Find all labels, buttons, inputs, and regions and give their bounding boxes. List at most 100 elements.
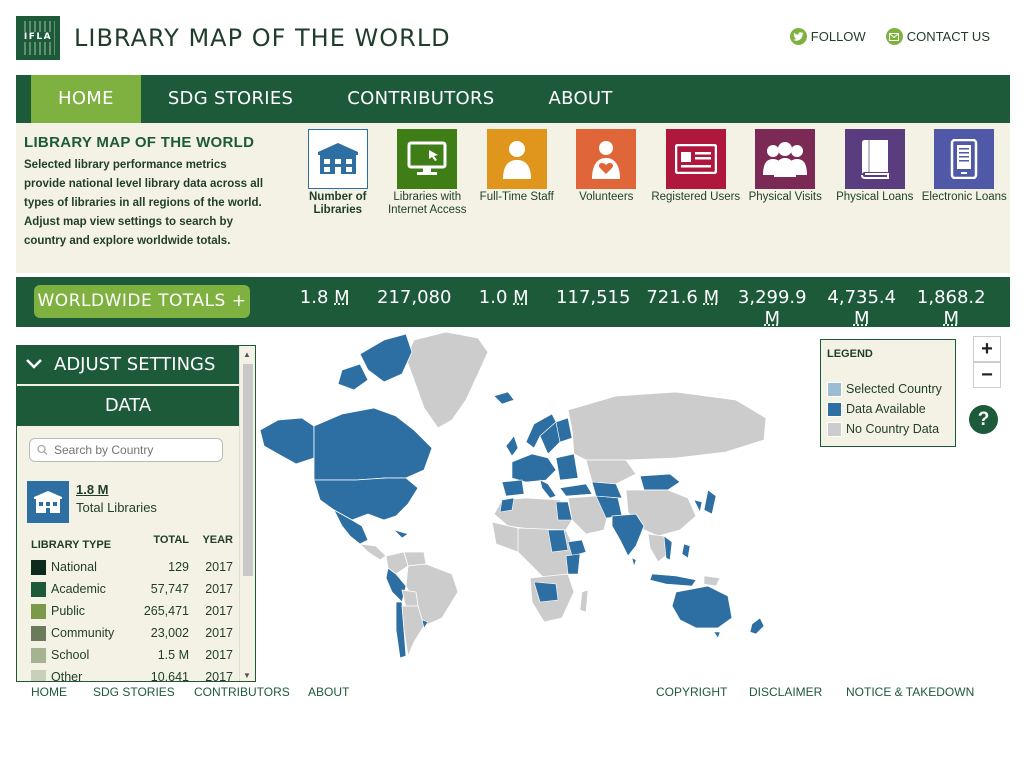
footer-about-link[interactable]: ABOUT bbox=[308, 685, 349, 699]
legend-item: No Country Data bbox=[827, 419, 949, 439]
country-korea bbox=[693, 499, 703, 513]
metric-internet-access[interactable]: Libraries with Internet Access bbox=[383, 129, 473, 217]
country-central-africa bbox=[517, 527, 577, 581]
metric-full-time-staff[interactable]: Full-Time Staff bbox=[472, 129, 562, 217]
swatch bbox=[31, 559, 46, 575]
totals-values: 1.8 M 217,080 1.0 M 117,515 721.6 M 3,29… bbox=[280, 287, 996, 329]
country-central-asia bbox=[591, 481, 623, 499]
country-search[interactable] bbox=[29, 438, 223, 462]
scroll-up-icon[interactable]: ▲ bbox=[243, 350, 251, 359]
row-type: Public bbox=[51, 604, 86, 618]
metric-electronic-loans[interactable]: Electronic Loans bbox=[920, 129, 1010, 217]
country-usa-alaska bbox=[259, 417, 315, 465]
e-reader-icon bbox=[934, 129, 995, 189]
row-total: 129 bbox=[168, 560, 189, 574]
country-east-africa bbox=[565, 553, 581, 575]
people-group-icon bbox=[755, 129, 816, 189]
nav-contributors[interactable]: CONTRIBUTORS bbox=[320, 75, 521, 123]
plus-icon: + bbox=[231, 291, 247, 311]
footer-sdg-stories-link[interactable]: SDG STORIES bbox=[93, 685, 175, 699]
country-indonesia bbox=[649, 573, 697, 587]
total-libraries-value: 1.8 M bbox=[76, 482, 109, 497]
worldwide-totals-label: WORLDWIDE TOTALS bbox=[37, 291, 226, 311]
monitor-cursor-icon bbox=[397, 129, 458, 189]
legend-swatch bbox=[827, 381, 842, 397]
zoom-in-button[interactable]: + bbox=[973, 336, 1001, 362]
adjust-settings-label: ADJUST SETTINGS bbox=[54, 354, 216, 375]
scroll-thumb[interactable] bbox=[243, 364, 253, 576]
library-building-icon bbox=[307, 129, 368, 189]
data-header: DATA bbox=[17, 386, 239, 426]
adjust-settings-toggle[interactable]: ADJUST SETTINGS bbox=[17, 346, 239, 384]
swatch bbox=[31, 647, 46, 663]
col-year: YEAR bbox=[202, 534, 233, 546]
nav-home[interactable]: HOME bbox=[31, 75, 141, 123]
metric-label: Libraries with Internet Access bbox=[387, 191, 467, 216]
follow-link[interactable]: FOLLOW bbox=[789, 28, 866, 45]
zoom-out-button[interactable]: − bbox=[973, 362, 1001, 388]
table-row: Other 10,641 2017 bbox=[31, 666, 233, 682]
country-europe-west bbox=[511, 453, 557, 483]
row-total: 23,002 bbox=[150, 626, 189, 640]
total-value: 1.8 M bbox=[299, 287, 350, 308]
metric-selector: Number of Libraries Libraries with Inter… bbox=[293, 129, 1009, 217]
row-type: Academic bbox=[51, 582, 106, 596]
total-value: 217,080 bbox=[377, 287, 452, 308]
metric-label: Electronic Loans bbox=[921, 191, 1007, 203]
total-value: 117,515 bbox=[556, 287, 631, 308]
footer-disclaimer-link[interactable]: DISCLAIMER bbox=[749, 685, 822, 699]
search-input[interactable] bbox=[54, 443, 219, 457]
footer-home-link[interactable]: HOME bbox=[31, 685, 67, 699]
row-type: School bbox=[51, 648, 90, 662]
table-row: Community 23,002 2017 bbox=[31, 622, 233, 644]
legend-item: Data Available bbox=[827, 399, 949, 419]
row-total: 1.5 M bbox=[157, 648, 189, 662]
zoom-controls: + − bbox=[973, 336, 1001, 388]
country-italy bbox=[539, 479, 557, 499]
country-india bbox=[611, 513, 645, 557]
total-value: 721.6 M bbox=[646, 287, 720, 308]
totals-bar: WORLDWIDE TOTALS + 1.8 M 217,080 1.0 M 1… bbox=[16, 277, 1010, 329]
country-png bbox=[703, 575, 721, 587]
metric-number-of-libraries[interactable]: Number of Libraries bbox=[293, 129, 383, 217]
footer-contributors-link[interactable]: CONTRIBUTORS bbox=[194, 685, 290, 699]
worldwide-totals-button[interactable]: WORLDWIDE TOTALS + bbox=[34, 285, 250, 318]
scroll-down-icon[interactable]: ▼ bbox=[243, 671, 251, 680]
contact-link[interactable]: CONTACT US bbox=[885, 28, 990, 45]
country-greenland bbox=[405, 331, 489, 429]
country-japan bbox=[703, 489, 717, 515]
metric-physical-loans[interactable]: Physical Loans bbox=[830, 129, 920, 217]
country-tasmania bbox=[713, 631, 721, 639]
country-iceland bbox=[493, 391, 515, 405]
row-total: 57,747 bbox=[150, 582, 189, 596]
metric-registered-users[interactable]: Registered Users bbox=[651, 129, 741, 217]
header-links: FOLLOW CONTACT US bbox=[789, 28, 990, 45]
table-row: Academic 57,747 2017 bbox=[31, 578, 233, 600]
world-map[interactable] bbox=[256, 330, 776, 662]
site-header: IFLA LIBRARY MAP OF THE WORLD FOLLOW CON… bbox=[16, 16, 1010, 62]
country-philippines bbox=[681, 543, 691, 559]
swatch bbox=[31, 581, 46, 597]
country-russia bbox=[567, 391, 767, 461]
country-canada-islands bbox=[359, 333, 413, 383]
footer-notice-takedown-link[interactable]: NOTICE & TAKEDOWN bbox=[846, 685, 974, 699]
metric-physical-visits[interactable]: Physical Visits bbox=[741, 129, 831, 217]
metric-volunteers[interactable]: Volunteers bbox=[562, 129, 652, 217]
country-europe-east bbox=[555, 453, 579, 481]
help-button[interactable]: ? bbox=[969, 405, 998, 434]
country-canada bbox=[313, 407, 433, 481]
country-madagascar bbox=[579, 589, 589, 613]
row-year: 2017 bbox=[205, 626, 233, 640]
metric-label: Registered Users bbox=[651, 191, 741, 203]
ifla-logo[interactable]: IFLA bbox=[16, 16, 60, 60]
total-value: 1.0 M bbox=[478, 287, 529, 308]
nav-sdg-stories[interactable]: SDG STORIES bbox=[141, 75, 320, 123]
book-icon bbox=[844, 129, 905, 189]
panel-scrollbar[interactable]: ▲ ▼ bbox=[239, 346, 255, 681]
map-legend: LEGEND Selected Country Data Available N… bbox=[820, 339, 956, 447]
nav-about[interactable]: ABOUT bbox=[522, 75, 640, 123]
metric-label: Volunteers bbox=[579, 191, 634, 203]
footer-copyright-link[interactable]: COPYRIGHT bbox=[656, 685, 727, 699]
row-type: Other bbox=[51, 670, 83, 682]
country-spain bbox=[501, 479, 525, 497]
